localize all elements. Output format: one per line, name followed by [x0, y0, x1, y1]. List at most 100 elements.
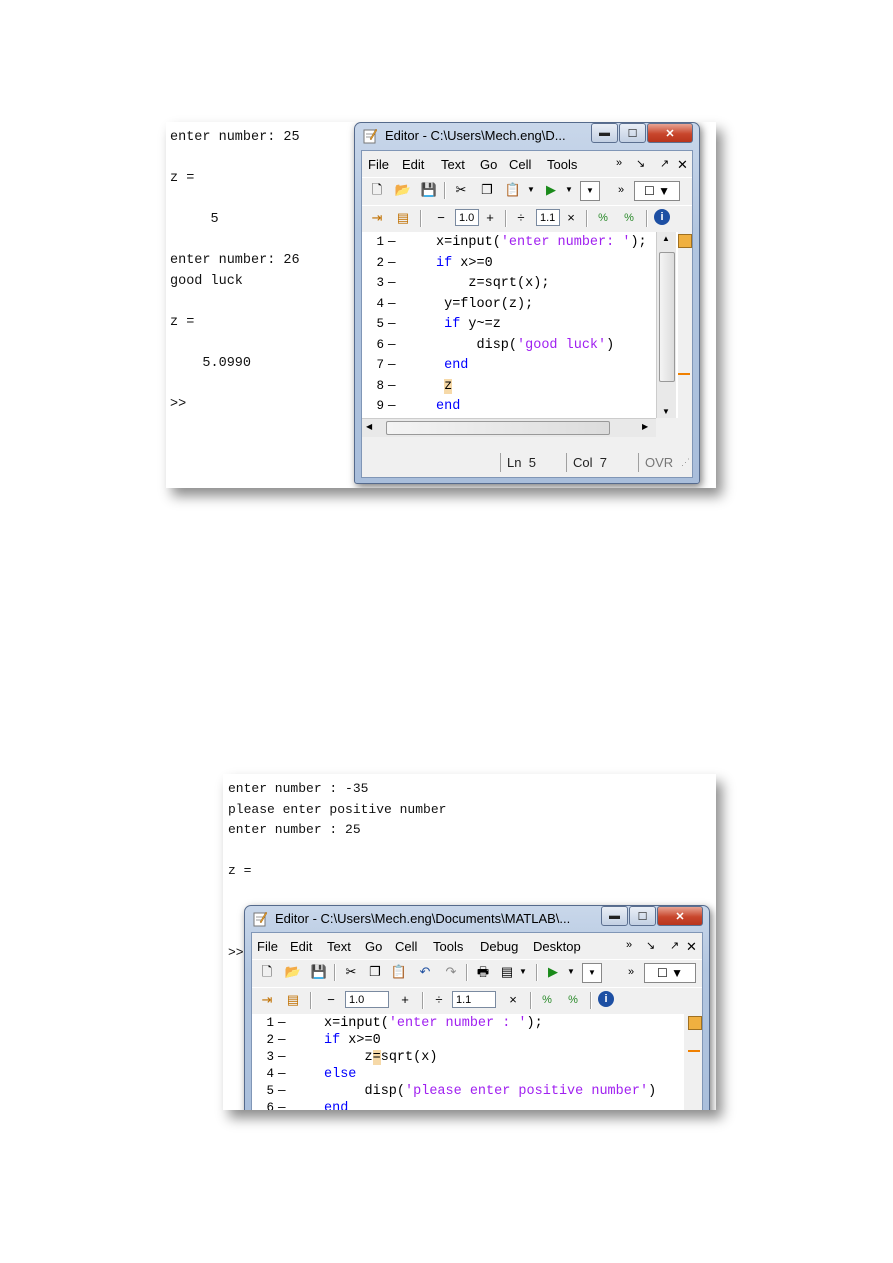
- breakpoint-dash[interactable]: —: [388, 297, 396, 311]
- uncomment-cell-icon[interactable]: %: [620, 209, 638, 227]
- dock-arrow-icon[interactable]: ↘: [646, 939, 655, 952]
- cell-value-input-1[interactable]: 1.0: [455, 209, 479, 226]
- editor-window-1[interactable]: Editor - C:\Users\Mech.eng\D... ▬ ☐ ✕ Fi…: [354, 122, 700, 484]
- code-line[interactable]: end: [436, 399, 460, 414]
- print-icon[interactable]: 🖶: [474, 963, 492, 981]
- increment-icon[interactable]: +: [481, 209, 499, 227]
- decrement-icon[interactable]: −: [432, 209, 450, 227]
- maximize-button[interactable]: ☐: [629, 906, 656, 926]
- copy-icon[interactable]: ❐: [478, 181, 496, 199]
- h-scroll-thumb[interactable]: [386, 421, 610, 435]
- breakpoint-dash[interactable]: —: [388, 358, 396, 372]
- window-layout-icon[interactable]: ☐ ▼: [644, 963, 696, 983]
- multiply-icon[interactable]: ×: [562, 209, 580, 227]
- scroll-down-icon[interactable]: ▼: [662, 407, 670, 416]
- scroll-right-icon[interactable]: ▶: [642, 422, 648, 431]
- menu-overflow[interactable]: »: [626, 939, 632, 951]
- breakpoint-dash[interactable]: —: [388, 256, 396, 270]
- copy-icon[interactable]: ❐: [366, 963, 384, 981]
- breakpoint-dash[interactable]: —: [388, 338, 396, 352]
- divide-icon[interactable]: ÷: [512, 209, 530, 227]
- code-line[interactable]: if x>=0: [324, 1033, 381, 1048]
- close-button[interactable]: ✕: [647, 123, 693, 143]
- open-folder-icon[interactable]: 📂: [394, 181, 412, 199]
- menu-go[interactable]: Go: [365, 939, 382, 954]
- divide-icon[interactable]: ÷: [430, 991, 448, 1009]
- editor-titlebar-2[interactable]: Editor - C:\Users\Mech.eng\Documents\MAT…: [245, 906, 709, 932]
- editor-window-2[interactable]: Editor - C:\Users\Mech.eng\Documents\MAT…: [244, 905, 710, 1110]
- breakpoint-dash[interactable]: —: [388, 379, 396, 393]
- menu-text[interactable]: Text: [441, 157, 465, 172]
- stack-dropdown-icon[interactable]: ▼: [582, 963, 602, 983]
- editor-titlebar[interactable]: Editor - C:\Users\Mech.eng\D... ▬ ☐ ✕: [355, 123, 699, 149]
- new-file-icon[interactable]: 🗋: [258, 963, 276, 981]
- cell-insert-icon[interactable]: ⇥: [258, 991, 276, 1009]
- menu-file[interactable]: File: [257, 939, 278, 954]
- cell-value-input-2[interactable]: 1.1: [536, 209, 560, 226]
- dropdown-arrow-icon[interactable]: ▼: [522, 181, 540, 199]
- code-line[interactable]: if y~=z: [436, 317, 501, 332]
- undock-icon[interactable]: ↗: [670, 939, 679, 952]
- menu-edit[interactable]: Edit: [290, 939, 312, 954]
- run-icon[interactable]: ▶: [544, 963, 562, 981]
- warning-marker[interactable]: [678, 234, 692, 248]
- save-icon[interactable]: 💾: [310, 963, 328, 981]
- warning-marker[interactable]: [688, 1016, 702, 1030]
- decrement-icon[interactable]: −: [322, 991, 340, 1009]
- menu-tools[interactable]: Tools: [433, 939, 463, 954]
- breakpoint-dash[interactable]: —: [388, 276, 396, 290]
- comment-cell-icon[interactable]: %: [538, 991, 556, 1009]
- breakpoint-dash[interactable]: —: [278, 1033, 286, 1047]
- cut-icon[interactable]: ✂: [452, 181, 470, 199]
- breakpoint-dash[interactable]: —: [278, 1067, 286, 1081]
- breakpoint-dash[interactable]: —: [278, 1050, 286, 1064]
- new-file-icon[interactable]: 🗋: [368, 181, 386, 199]
- code-area-2[interactable]: 1 — 2 — 3 — 4 — 5 — 6 — x=input('enter number : ');…: [252, 1014, 684, 1110]
- comment-cell-icon[interactable]: %: [594, 209, 612, 227]
- minimize-button[interactable]: ▬: [591, 123, 618, 143]
- scroll-up-icon[interactable]: ▲: [662, 234, 670, 243]
- scroll-thumb[interactable]: [659, 252, 675, 382]
- close-doc-icon[interactable]: ✕: [677, 157, 688, 173]
- code-line[interactable]: end: [436, 358, 468, 373]
- menu-tools[interactable]: Tools: [547, 157, 577, 172]
- menu-text[interactable]: Text: [327, 939, 351, 954]
- menu-desktop[interactable]: Desktop: [533, 939, 581, 954]
- run-icon[interactable]: ▶: [542, 181, 560, 199]
- paste-icon[interactable]: 📋: [390, 963, 408, 981]
- toolbar-overflow-icon[interactable]: »: [622, 963, 640, 981]
- maximize-button[interactable]: ☐: [619, 123, 646, 143]
- resize-grip-icon[interactable]: ⋰: [681, 457, 690, 468]
- menu-debug[interactable]: Debug: [480, 939, 518, 954]
- dock-arrow-icon[interactable]: ↘: [636, 157, 645, 170]
- stack-dropdown-icon[interactable]: ▼: [580, 181, 600, 201]
- breakpoint-dash[interactable]: —: [388, 235, 396, 249]
- menu-file[interactable]: File: [368, 157, 389, 172]
- cell-eval-icon[interactable]: ▤: [394, 209, 412, 227]
- code-line[interactable]: if x>=0: [436, 256, 493, 271]
- code-line[interactable]: z=sqrt(x): [324, 1050, 437, 1065]
- undo-icon[interactable]: ↶: [416, 963, 434, 981]
- multiply-icon[interactable]: ×: [504, 991, 522, 1009]
- menu-go[interactable]: Go: [480, 157, 497, 172]
- redo-icon[interactable]: ↷: [442, 963, 460, 981]
- save-icon[interactable]: 💾: [420, 181, 438, 199]
- scroll-left-icon[interactable]: ◀: [366, 422, 372, 431]
- code-line[interactable]: disp('please enter positive number'): [324, 1084, 657, 1099]
- close-button[interactable]: ✕: [657, 906, 703, 926]
- menu-edit[interactable]: Edit: [402, 157, 424, 172]
- code-line[interactable]: else: [324, 1067, 356, 1082]
- cell-eval-icon[interactable]: ▤: [284, 991, 302, 1009]
- minimize-button[interactable]: ▬: [601, 906, 628, 926]
- cell-value-input-2[interactable]: 1.1: [452, 991, 496, 1008]
- toolbar-overflow-icon[interactable]: »: [612, 181, 630, 199]
- breakpoint-dash[interactable]: —: [388, 317, 396, 331]
- code-line[interactable]: z=sqrt(x);: [436, 276, 549, 291]
- run-dropdown-icon[interactable]: ▼: [560, 181, 578, 199]
- code-line[interactable]: y=floor(z);: [436, 297, 533, 312]
- close-doc-icon[interactable]: ✕: [686, 939, 697, 955]
- run-dropdown-icon[interactable]: ▼: [562, 963, 580, 981]
- increment-icon[interactable]: +: [396, 991, 414, 1009]
- window-layout-icon[interactable]: ☐ ▼: [634, 181, 680, 201]
- code-line[interactable]: z: [436, 378, 453, 394]
